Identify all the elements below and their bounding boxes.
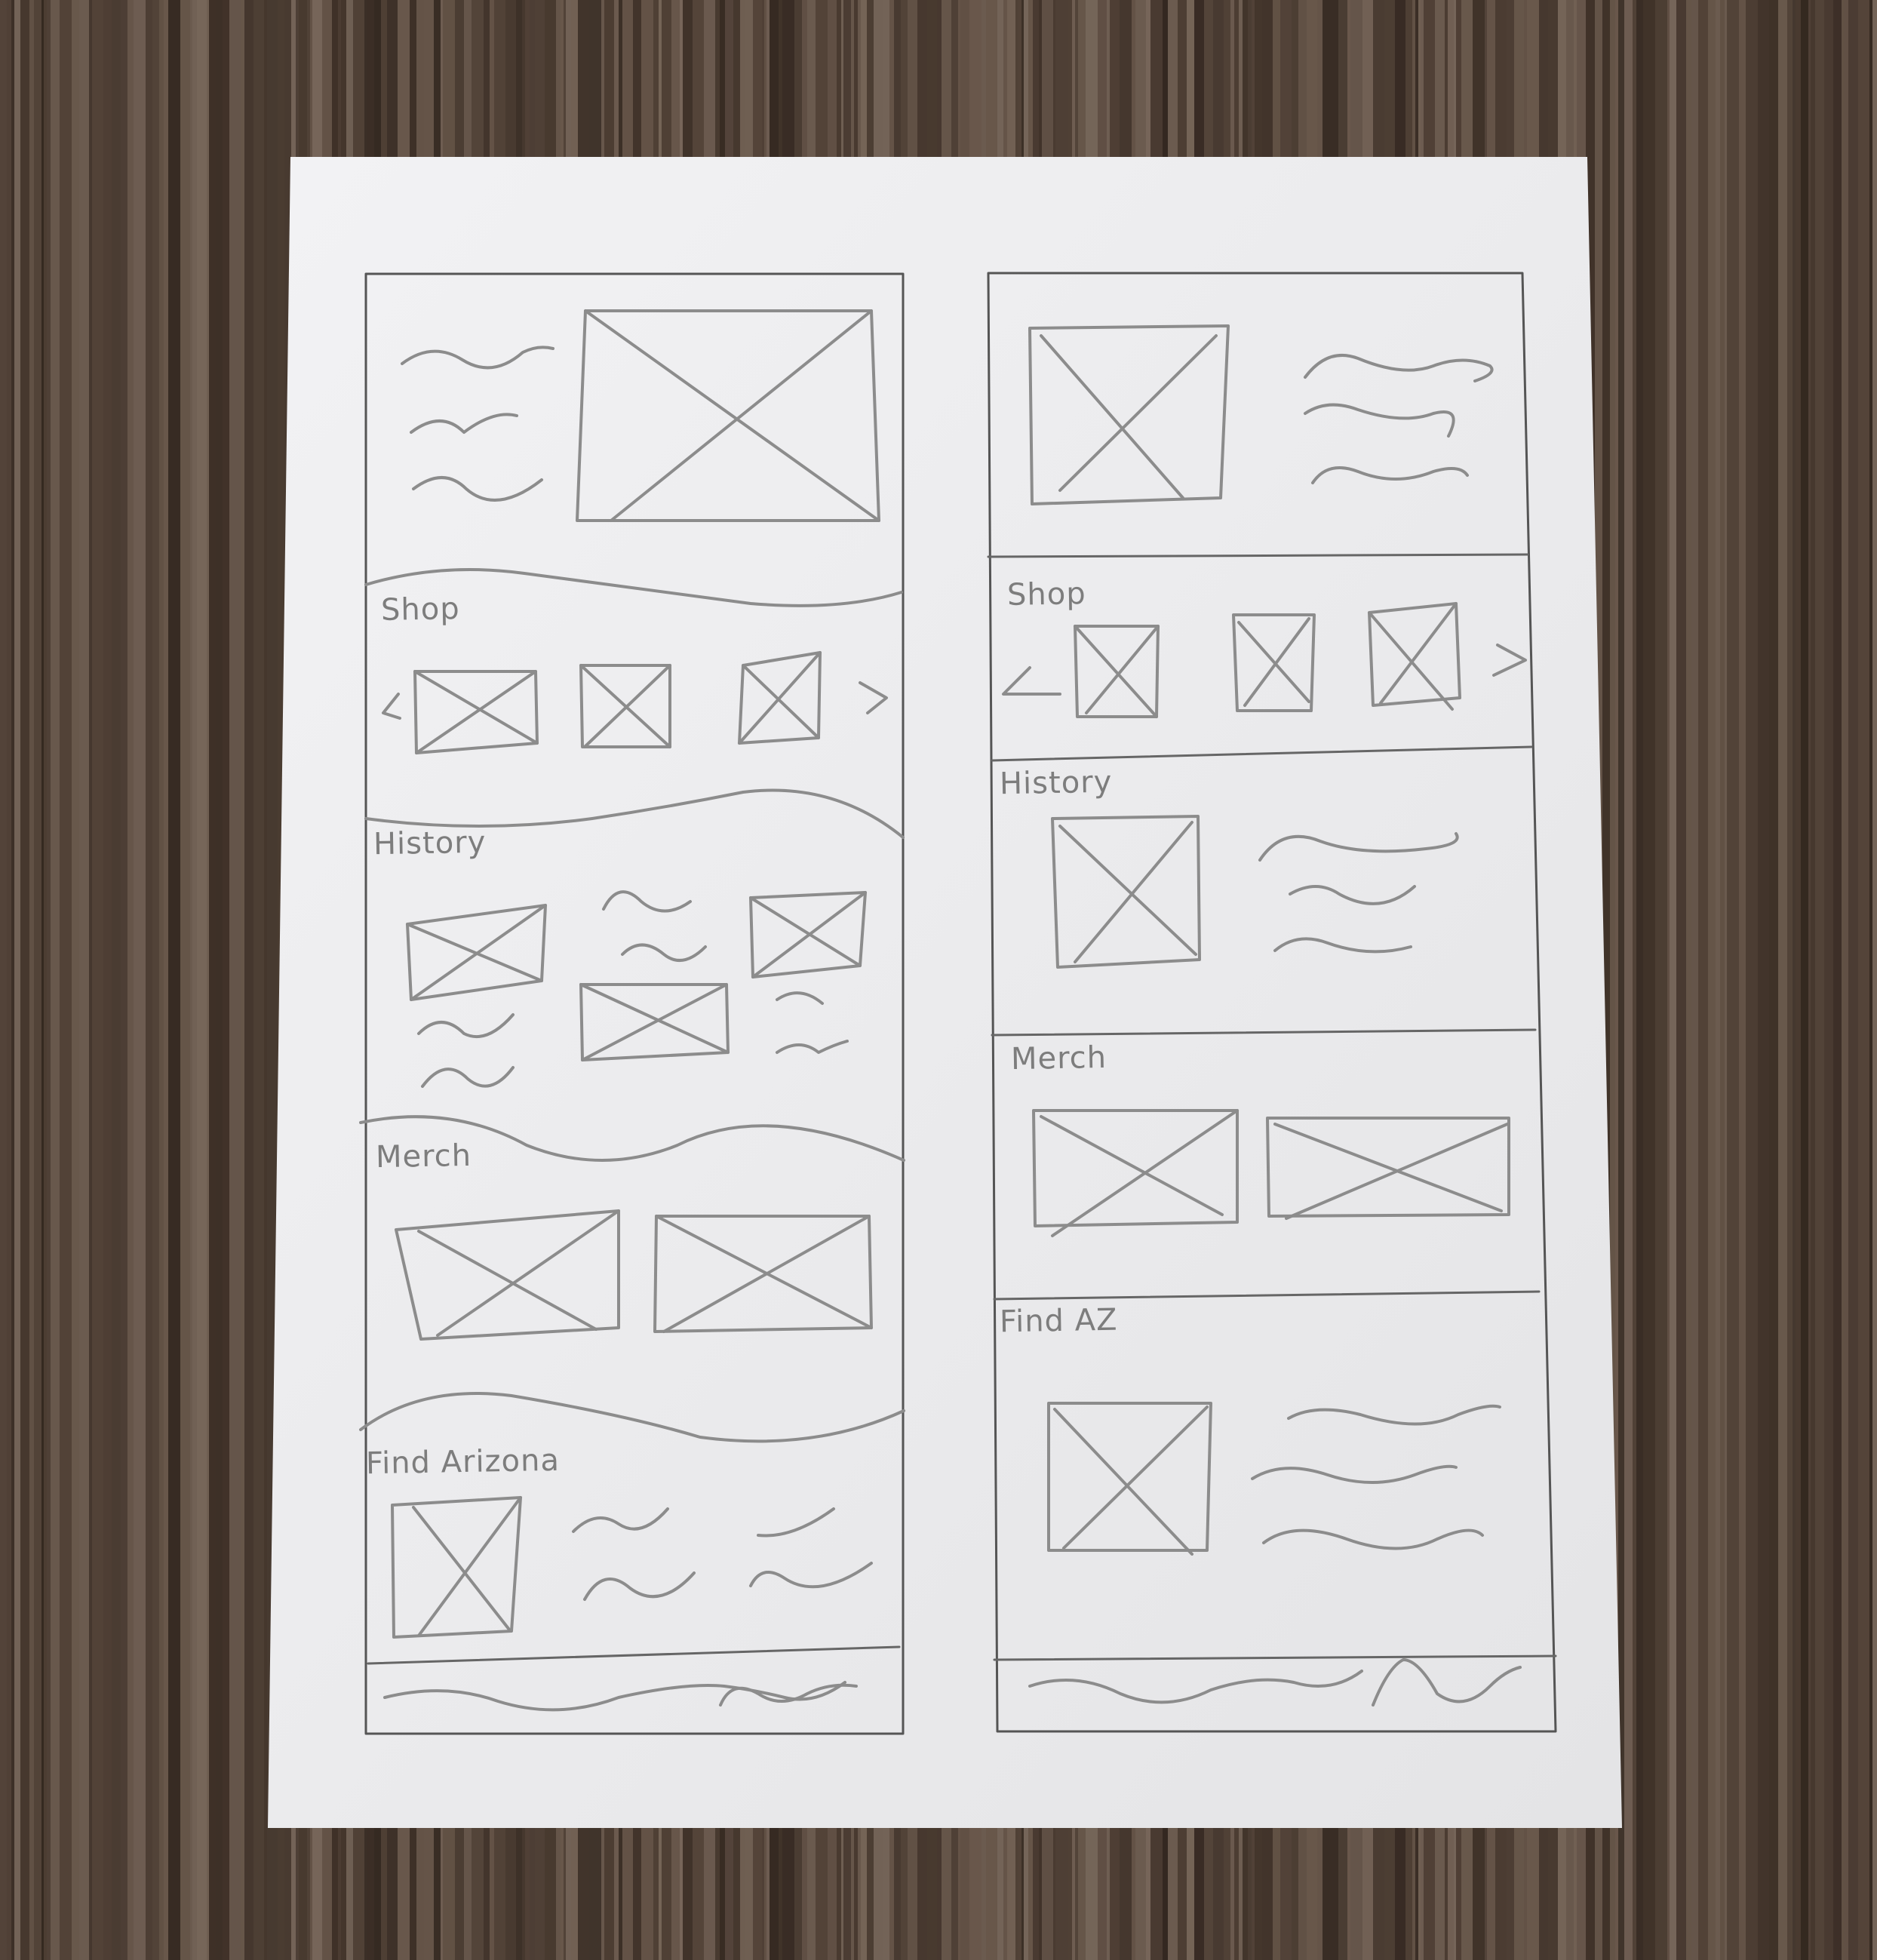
left-history-label: History	[373, 825, 487, 862]
right-history-label: History	[999, 764, 1113, 802]
right-merch-label: Merch	[1010, 1040, 1107, 1077]
left-shop-label: Shop	[380, 591, 461, 628]
left-find-label: Find Arizona	[365, 1442, 561, 1482]
left-merch-label: Merch	[375, 1138, 472, 1175]
right-shop-label: Shop	[1006, 576, 1087, 613]
sketch-scene	[0, 0, 1877, 1960]
right-find-label: Find AZ	[999, 1302, 1118, 1340]
